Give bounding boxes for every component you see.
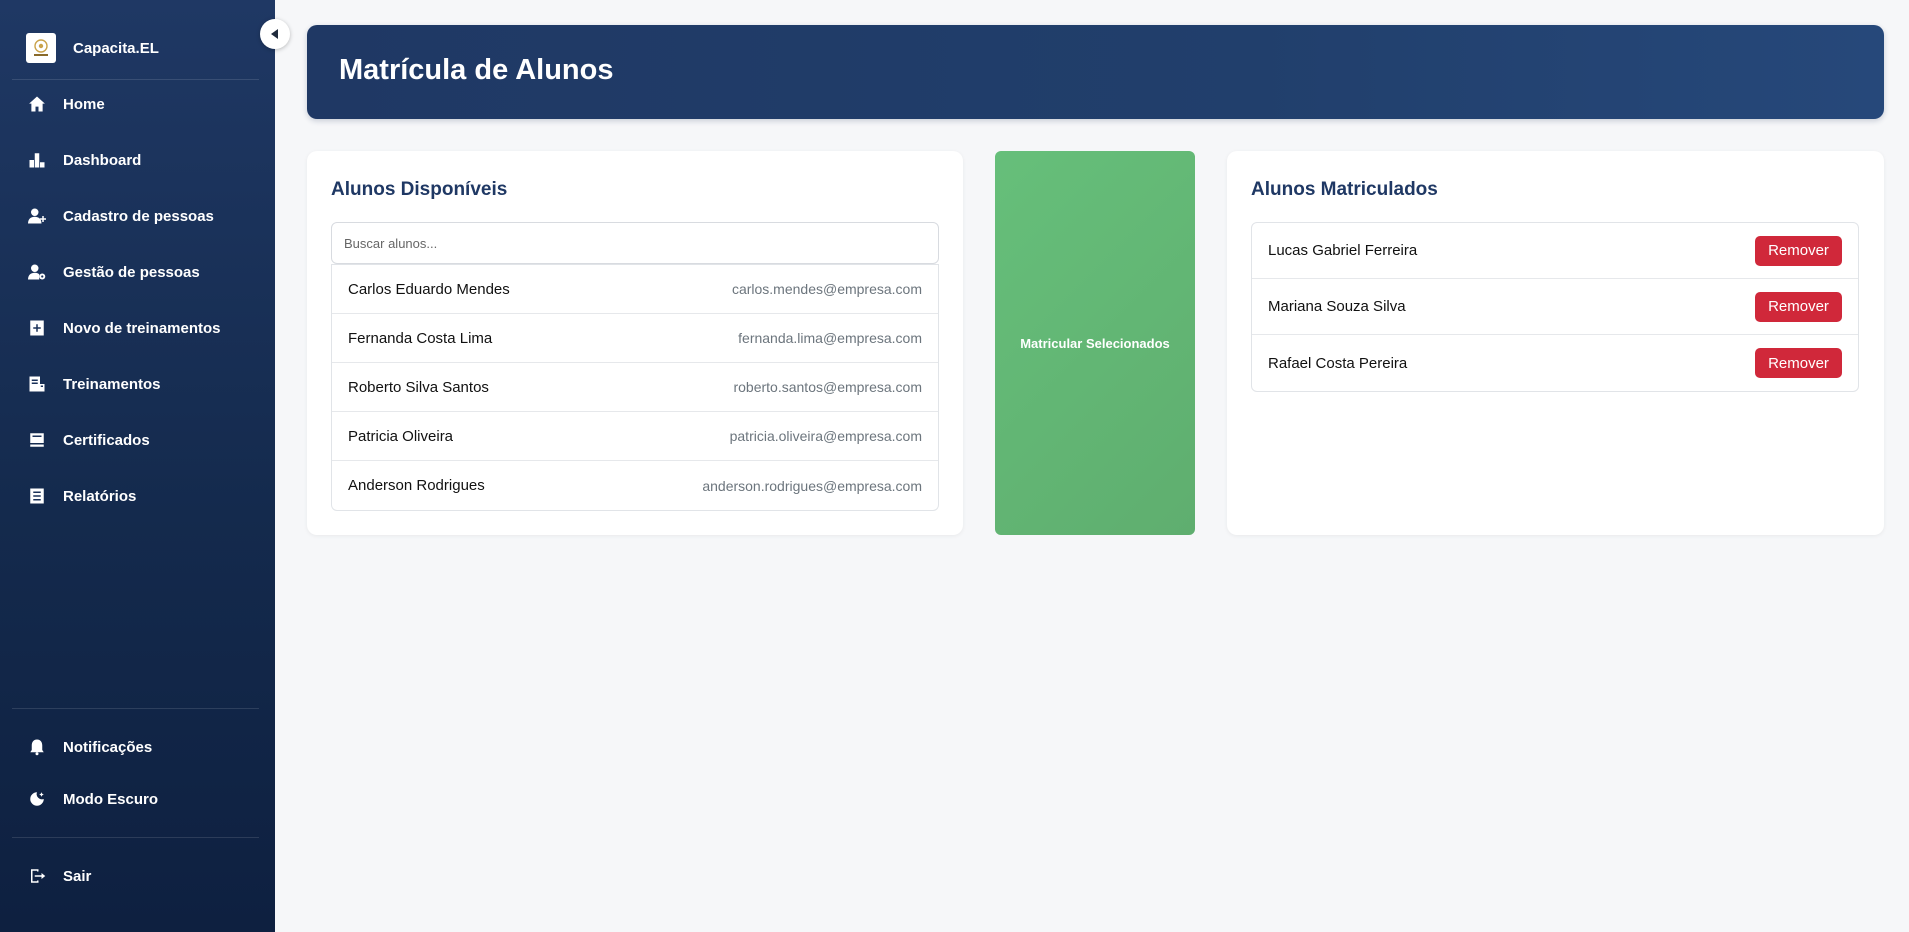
student-name: Mariana Souza Silva <box>1268 298 1406 315</box>
home-icon <box>28 95 46 113</box>
report-icon <box>28 487 46 505</box>
sidebar-item-label: Relatórios <box>63 487 137 505</box>
sidebar-item-label: Notificações <box>63 738 153 756</box>
student-email: patricia.oliveira@empresa.com <box>729 428 922 444</box>
list-item: Mariana Souza Silva Remover <box>1252 279 1858 335</box>
remove-button[interactable]: Remover <box>1755 291 1842 322</box>
sidebar-item-label: Certificados <box>63 431 150 449</box>
sidebar-collapse-button[interactable] <box>260 19 290 49</box>
sidebar-item-gestao-pessoas[interactable]: Gestão de pessoas <box>0 252 275 292</box>
brand-name: Capacita.EL <box>73 39 159 57</box>
student-name: Lucas Gabriel Ferreira <box>1268 242 1418 259</box>
certificate-icon <box>28 431 46 449</box>
page-header: Matrícula de Alunos <box>307 25 1884 119</box>
sidebar-item-dashboard[interactable]: Dashboard <box>0 140 275 180</box>
sidebar-item-label: Gestão de pessoas <box>63 263 200 281</box>
remove-button[interactable]: Remover <box>1755 348 1842 378</box>
sidebar-item-home[interactable]: Home <box>0 84 275 124</box>
bar-chart-icon <box>28 151 46 169</box>
sidebar-divider <box>12 708 259 709</box>
student-name: Carlos Eduardo Mendes <box>348 280 510 298</box>
sidebar-item-notificacoes[interactable]: Notificações <box>0 727 275 767</box>
sidebar-item-treinamentos[interactable]: Treinamentos <box>0 364 275 404</box>
sidebar-item-label: Novo de treinamentos <box>63 319 221 337</box>
student-email: fernanda.lima@empresa.com <box>738 330 922 346</box>
sidebar-item-cadastro-pessoas[interactable]: Cadastro de pessoas <box>0 196 275 236</box>
chevron-left-icon <box>271 29 278 39</box>
search-input[interactable] <box>331 222 939 264</box>
enrolled-students-list: Lucas Gabriel Ferreira Remover Mariana S… <box>1251 222 1859 392</box>
student-name: Fernanda Costa Lima <box>348 329 493 347</box>
sidebar-item-label: Sair <box>63 867 92 885</box>
available-students-list: Carlos Eduardo Mendes carlos.mendes@empr… <box>331 264 939 511</box>
student-email: carlos.mendes@empresa.com <box>731 281 922 297</box>
add-file-icon <box>28 319 46 337</box>
sidebar-divider <box>12 79 259 80</box>
book-icon <box>28 375 46 393</box>
sidebar-item-sair[interactable]: Sair <box>0 856 275 896</box>
enrolled-students-card: Alunos Matriculados Lucas Gabriel Ferrei… <box>1227 151 1884 535</box>
sidebar-item-label: Cadastro de pessoas <box>63 207 214 225</box>
sidebar-item-modo-escuro[interactable]: Modo Escuro <box>0 779 275 819</box>
student-name: Patricia Oliveira <box>348 427 454 445</box>
list-item[interactable]: Roberto Silva Santos roberto.santos@empr… <box>332 363 938 412</box>
list-item[interactable]: Anderson Rodrigues anderson.rodrigues@em… <box>332 461 938 510</box>
student-name: Anderson Rodrigues <box>348 477 485 494</box>
sidebar-item-label: Modo Escuro <box>63 790 159 808</box>
enroll-selected-button[interactable]: Matricular Selecionados <box>995 151 1195 535</box>
enrolled-students-title: Alunos Matriculados <box>1251 179 1438 200</box>
sidebar-item-novo-treinamentos[interactable]: Novo de treinamentos <box>0 308 275 348</box>
available-students-card: Alunos Disponíveis Carlos Eduardo Mendes… <box>307 151 963 535</box>
sidebar-divider <box>12 837 259 838</box>
student-name: Rafael Costa Pereira <box>1268 354 1408 372</box>
sidebar: Capacita.EL Home Dashboard Cadastro de p… <box>0 0 275 932</box>
list-item: Rafael Costa Pereira Remover <box>1252 335 1858 391</box>
remove-button[interactable]: Remover <box>1755 235 1842 266</box>
available-students-title: Alunos Disponíveis <box>331 179 508 200</box>
student-email: anderson.rodrigues@empresa.com <box>702 477 922 494</box>
student-email: roberto.santos@empresa.com <box>733 379 922 395</box>
list-item: Lucas Gabriel Ferreira Remover <box>1252 223 1858 279</box>
brand[interactable]: Capacita.EL <box>26 33 159 63</box>
page-title: Matrícula de Alunos <box>339 54 614 86</box>
sidebar-item-label: Dashboard <box>63 151 142 169</box>
logo-icon <box>26 33 56 63</box>
sidebar-item-certificados[interactable]: Certificados <box>0 420 275 460</box>
list-item[interactable]: Carlos Eduardo Mendes carlos.mendes@empr… <box>332 265 938 314</box>
moon-icon <box>28 790 46 808</box>
student-name: Roberto Silva Santos <box>348 378 489 396</box>
list-item[interactable]: Fernanda Costa Lima fernanda.lima@empres… <box>332 314 938 363</box>
sidebar-item-label: Home <box>63 95 105 113</box>
user-plus-icon <box>28 207 46 225</box>
sidebar-item-label: Treinamentos <box>63 375 161 393</box>
user-gear-icon <box>28 263 46 281</box>
bell-icon <box>28 738 46 756</box>
logout-icon <box>28 867 46 885</box>
sidebar-item-relatorios[interactable]: Relatórios <box>0 476 275 516</box>
list-item[interactable]: Patricia Oliveira patricia.oliveira@empr… <box>332 412 938 461</box>
